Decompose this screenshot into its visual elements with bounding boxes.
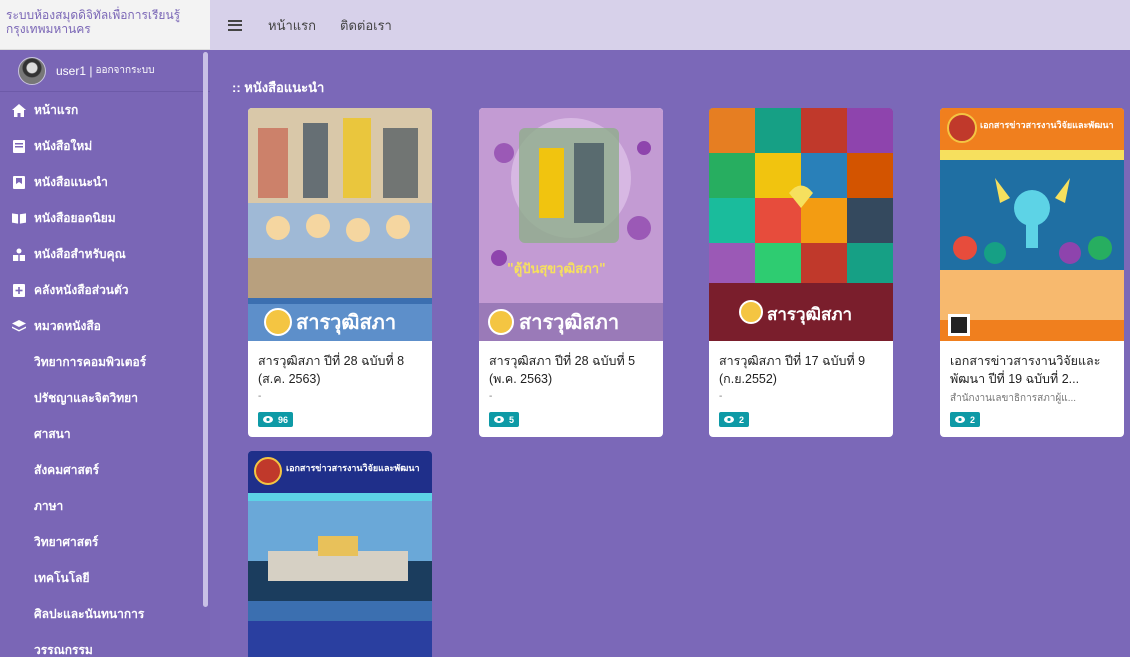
book-cover[interactable]: เอกสารข่าวสารงานวิจัยและพัฒนา [940,108,1124,341]
plus-book-icon [12,283,26,297]
category-religion[interactable]: ศาสนา [0,416,210,452]
eye-icon [724,416,734,423]
sidebar-item-label: คลังหนังสือส่วนตัว [34,282,129,297]
sidebar-item-home[interactable]: หน้าแรก [0,92,210,128]
sidebar-item-label: หน้าแรก [34,102,79,117]
book-title[interactable]: สารวุฒิสภา ปีที่ 28 ฉบับที่ 8 (ส.ค. 2563… [258,352,424,388]
sidebar-item-label: หนังสือยอดนิยม [34,210,116,225]
cover-logo-text: สารวุฒิสภา [296,310,397,334]
topnav-contact-link[interactable]: ติดต่อเรา [340,15,392,36]
view-count: 2 [739,414,745,425]
book-subtitle: - [489,391,493,402]
book-title[interactable]: เอกสารข่าวสารงานวิจัยและพัฒนา ปีที่ 19 ฉ… [950,352,1116,388]
book-title[interactable]: สารวุฒิสภา ปีที่ 28 ฉบับที่ 5 (พ.ค. 2563… [489,352,655,388]
app-brand[interactable]: ระบบห้องสมุดดิจิทัลเพื่อการเรียนรู้ กรุง… [0,0,210,50]
sidebar-nav: หน้าแรก หนังสือใหม่ หนังสือแนะนำ หนังสือ… [0,92,210,657]
book-card[interactable]: "ตู้ปันสุขวุฒิสภา" สารวุฒิสภา สารวุฒิสภา… [479,108,663,437]
cover-banner-text: "ตู้ปันสุขวุฒิสภา" [507,262,606,277]
view-count: 2 [970,414,976,425]
open-book-icon [12,211,26,225]
views-badge: 5 [489,412,520,427]
brand-line-2: กรุงเทพมหานคร [6,22,91,36]
sidebar-item-label: หนังสือสำหรับคุณ [34,246,126,261]
book-card[interactable]: เอกสารข่าวสารงานวิจัยและพัฒนา เอกสารข่าว… [940,108,1124,437]
home-icon [12,103,26,117]
views-badge: 96 [258,412,294,427]
username[interactable]: user1 | [56,64,92,78]
main-content: :: หนังสือแนะนำ สารวุฒิสภา สารวุฒิสภา ปี… [210,50,1130,657]
book-cover[interactable]: สารวุฒิสภา [709,108,893,341]
sidebar-item-personal-shelf[interactable]: คลังหนังสือส่วนตัว [0,272,210,308]
category-philosophy-psychology[interactable]: ปรัชญาและจิตวิทยา [0,380,210,416]
eye-icon [494,416,504,423]
view-count: 5 [509,414,515,425]
user-bar: user1 | ออกจากระบบ [0,50,210,92]
logout-link[interactable]: ออกจากระบบ [95,63,154,78]
book-cover[interactable]: สารวุฒิสภา [248,108,432,341]
category-computer-science[interactable]: วิทยาการคอมพิวเตอร์ [0,344,210,380]
section-title: :: หนังสือแนะนำ [232,80,325,95]
book-cover[interactable]: เอกสารข่าวสารงานวิจัยและพัฒนา [248,451,432,657]
book-subtitle: - [719,391,723,402]
book-card[interactable]: เอกสารข่าวสารงานวิจัยและพัฒนา [248,451,432,657]
sidebar: ระบบห้องสมุดดิจิทัลเพื่อการเรียนรู้ กรุง… [0,0,210,657]
category-social-sciences[interactable]: สังคมศาสตร์ [0,452,210,488]
category-literature[interactable]: วรรณกรรม [0,632,210,657]
views-badge: 2 [719,412,750,427]
eye-icon [955,416,965,423]
sidebar-item-label: หนังสือแนะนำ [34,174,108,189]
category-technology[interactable]: เทคโนโลยี [0,560,210,596]
book-card[interactable]: สารวุฒิสภา สารวุฒิสภา ปีที่ 17 ฉบับที่ 9… [709,108,893,437]
book-card[interactable]: สารวุฒิสภา สารวุฒิสภา ปีที่ 28 ฉบับที่ 8… [248,108,432,437]
book-subtitle: - [258,391,262,402]
cover-logo-text: สารวุฒิสภา [519,310,620,334]
sidebar-item-label: หมวดหนังสือ [34,318,101,333]
book-cover[interactable]: "ตู้ปันสุขวุฒิสภา" สารวุฒิสภา [479,108,663,341]
topnav-home-link[interactable]: หน้าแรก [268,15,316,36]
eye-icon [263,416,273,423]
book-subtitle: สำนักงานเลขาธิการสภาผู้แ... [950,393,1077,404]
book-icon [12,139,26,153]
views-badge: 2 [950,412,981,427]
brand-line-1: ระบบห้องสมุดดิจิทัลเพื่อการเรียนรู้ [6,8,181,22]
layers-icon [12,319,26,333]
category-science[interactable]: วิทยาศาสตร์ [0,524,210,560]
book-title[interactable]: สารวุฒิสภา ปีที่ 17 ฉบับที่ 9 (ก.ย.2552) [719,352,885,388]
sidebar-item-label: หนังสือใหม่ [34,138,93,153]
sidebar-scrollbar[interactable] [203,52,208,607]
sidebar-item-categories[interactable]: หมวดหนังสือ [0,308,210,344]
menu-toggle-icon[interactable] [228,19,242,31]
user-book-icon [12,247,26,261]
top-navbar: หน้าแรก ติดต่อเรา [210,0,1130,50]
sidebar-item-popular[interactable]: หนังสือยอดนิยม [0,200,210,236]
sidebar-item-recommended[interactable]: หนังสือแนะนำ [0,164,210,200]
cover-logo-text: สารวุฒิสภา [767,305,853,325]
view-count: 96 [278,414,289,425]
sidebar-item-new-books[interactable]: หนังสือใหม่ [0,128,210,164]
sidebar-item-for-you[interactable]: หนังสือสำหรับคุณ [0,236,210,272]
category-arts-recreation[interactable]: ศิลปะและนันทนาการ [0,596,210,632]
avatar[interactable] [18,56,46,85]
bookmark-book-icon [12,175,26,189]
cover-logo-text: เอกสารข่าวสารงานวิจัยและพัฒนา [286,464,420,474]
category-language[interactable]: ภาษา [0,488,210,524]
cover-logo-text: เอกสารข่าวสารงานวิจัยและพัฒนา [980,121,1114,131]
